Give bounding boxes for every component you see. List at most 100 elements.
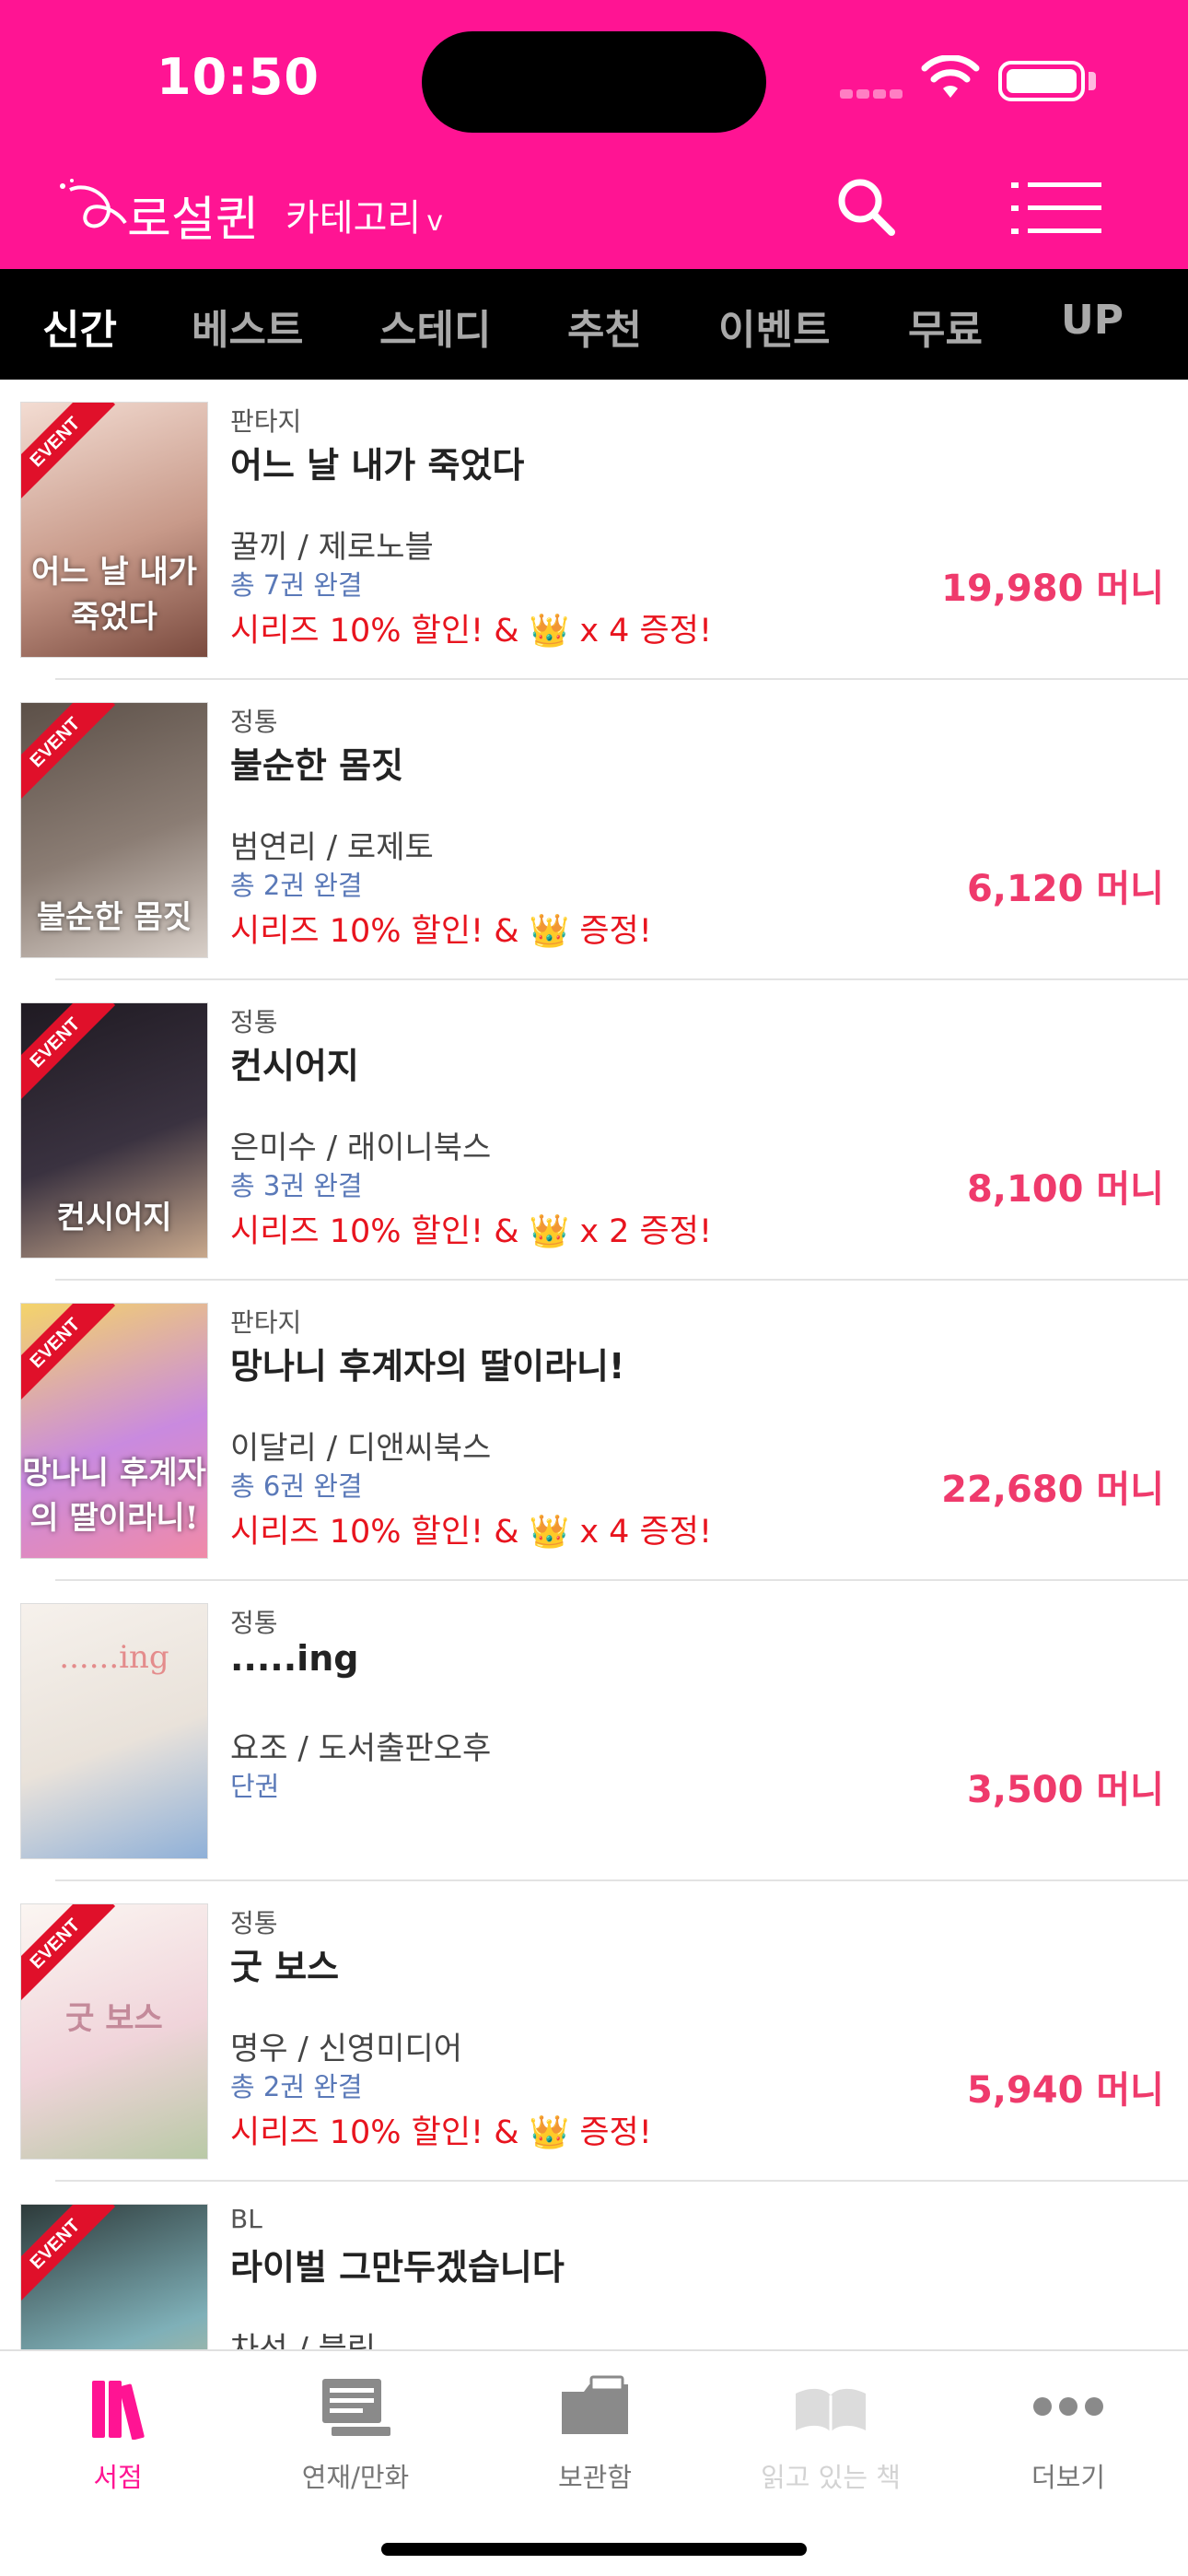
tab-free[interactable]: 무료 <box>908 297 983 356</box>
book-promo: 시리즈 10% 할인! & 👑 x 4 증정! <box>230 613 712 650</box>
book-title[interactable]: 불순한 몸짓 <box>230 737 403 788</box>
book-genre: 정통 <box>230 707 278 737</box>
cover-title: 컨시어지 <box>56 1200 172 1236</box>
book-cover[interactable]: EVENT 망나니 후계자의 딸이라니! <box>20 1303 208 1559</box>
event-badge: EVENT <box>21 1003 116 1104</box>
event-badge: EVENT <box>21 2205 116 2305</box>
book-cover[interactable]: EVENT 굿 보스 <box>20 1903 208 2160</box>
book-price: 6,120 머니 <box>966 868 1164 910</box>
cover-title: 불순한 몸짓 <box>36 899 192 936</box>
book-title[interactable]: 컨시어지 <box>230 1037 359 1088</box>
book-promo: 시리즈 10% 할인! & 👑 x 4 증정! <box>230 1514 712 1551</box>
tabbar-more[interactable]: 더보기 <box>976 2375 1160 2495</box>
tab-recommend[interactable]: 추천 <box>567 297 642 356</box>
cover-title: ......ing <box>59 1639 169 1676</box>
search-icon[interactable] <box>834 175 897 238</box>
folder-icon <box>562 2375 628 2434</box>
book-volumes: 단권 <box>230 1771 280 1802</box>
tab-event[interactable]: 이벤트 <box>718 297 830 356</box>
book-promo: 시리즈 10% 할인! & 👑 증정! <box>230 2114 652 2151</box>
book-promo: 시리즈 10% 할인! & 👑 x 2 증정! <box>230 1213 712 1250</box>
book-author: 은미수 / 래이니북스 <box>230 1130 492 1166</box>
tabbar-label: 읽고 있는 책 <box>761 2462 901 2493</box>
battery-icon <box>998 61 1085 101</box>
tabbar-storage[interactable]: 보관함 <box>503 2375 687 2495</box>
bookstore-icon <box>92 2381 145 2440</box>
book-title[interactable]: 굿 보스 <box>230 1938 339 1989</box>
category-dropdown[interactable]: 카테고리 v <box>285 188 443 241</box>
home-indicator[interactable] <box>381 2543 807 2556</box>
book-author: 범연리 / 로제토 <box>230 829 434 866</box>
book-cover[interactable]: ......ing <box>20 1603 208 1859</box>
book-volumes: 총 6권 완결 <box>230 1470 363 1502</box>
serial-icon <box>322 2379 390 2436</box>
list-item[interactable]: EVENT 컨시어지 정통 컨시어지 은미수 / 래이니북스 총 3권 완결 시… <box>0 980 1188 1281</box>
list-item[interactable]: EVENT BL 라이벌 그만두겠습니다 차선 / 블릿 <box>0 2182 1188 2349</box>
dynamic-island <box>422 31 766 133</box>
book-promo: 시리즈 10% 할인! & 👑 증정! <box>230 913 652 950</box>
book-list[interactable]: EVENT 어느 날 내가 죽었다 판타지 어느 날 내가 죽었다 꿀끼 / 제… <box>0 380 1188 2349</box>
tabbar-label: 서점 <box>93 2462 143 2493</box>
category-label: 카테고리 <box>285 197 422 240</box>
cover-title: 망나니 후계자의 딸이라니! <box>22 1455 206 1537</box>
wifi-icon <box>921 55 980 98</box>
book-genre: 정통 <box>230 1908 278 1938</box>
cover-title: 어느 날 내가 죽었다 <box>30 554 198 636</box>
book-volumes: 총 2권 완결 <box>230 2071 363 2102</box>
event-badge: EVENT <box>21 403 116 503</box>
more-icon <box>1033 2397 1103 2416</box>
book-author: 명우 / 신영미디어 <box>230 2031 463 2067</box>
menu-icon[interactable] <box>1011 181 1101 236</box>
book-title[interactable]: 라이벌 그만두겠습니다 <box>230 2239 565 2289</box>
book-cover[interactable]: EVENT <box>20 2204 208 2349</box>
book-cover[interactable]: EVENT 어느 날 내가 죽었다 <box>20 402 208 658</box>
book-price: 5,940 머니 <box>966 2069 1164 2112</box>
book-author: 요조 / 도서출판오후 <box>230 1730 492 1767</box>
tabbar-serial[interactable]: 연재/만화 <box>263 2375 448 2495</box>
list-item[interactable]: EVENT 불순한 몸짓 정통 불순한 몸짓 범연리 / 로제토 총 2권 완결… <box>0 680 1188 980</box>
logo-text[interactable]: 로설퀸 <box>127 181 260 250</box>
chevron-down-icon: v <box>426 205 443 238</box>
book-title[interactable]: 망나니 후계자의 딸이라니! <box>230 1338 624 1388</box>
book-volumes: 총 7권 완결 <box>230 569 363 601</box>
cover-title: 굿 보스 <box>65 2000 163 2037</box>
category-tabs: 신간 베스트 스테디 추천 이벤트 무료 UP <box>0 269 1188 380</box>
tabbar-bookstore[interactable]: 서점 <box>26 2375 210 2495</box>
book-genre: BL <box>230 2204 262 2234</box>
tabbar-label: 보관함 <box>557 2462 633 2493</box>
list-item[interactable]: EVENT 어느 날 내가 죽었다 판타지 어느 날 내가 죽었다 꿀끼 / 제… <box>0 380 1188 680</box>
tab-steady[interactable]: 스테디 <box>379 297 491 356</box>
book-genre: 판타지 <box>230 1307 302 1338</box>
tabbar-label: 연재/만화 <box>301 2462 410 2493</box>
book-volumes: 총 3권 완결 <box>230 1170 363 1201</box>
book-genre: 판타지 <box>230 406 302 437</box>
book-genre: 정통 <box>230 1608 278 1638</box>
book-cover[interactable]: EVENT 불순한 몸짓 <box>20 702 208 958</box>
book-price: 22,680 머니 <box>941 1469 1164 1511</box>
book-cover[interactable]: EVENT 컨시어지 <box>20 1002 208 1259</box>
tab-up[interactable]: UP <box>1061 297 1124 344</box>
event-badge: EVENT <box>21 1304 116 1404</box>
book-author: 꿀끼 / 제로노블 <box>230 529 434 566</box>
tabbar-label: 더보기 <box>1031 2462 1106 2493</box>
cellular-signal-icon <box>840 85 906 102</box>
event-badge: EVENT <box>21 703 116 803</box>
open-book-icon <box>796 2388 866 2432</box>
book-title[interactable]: .....ing <box>230 1638 358 1679</box>
book-title[interactable]: 어느 날 내가 죽었다 <box>230 437 524 487</box>
status-time: 10:50 <box>157 48 320 106</box>
app-header: 10:50 로설퀸 카테고리 v <box>0 0 1188 269</box>
list-item[interactable]: EVENT 망나니 후계자의 딸이라니! 판타지 망나니 후계자의 딸이라니! … <box>0 1281 1188 1581</box>
tabbar-reading[interactable]: 읽고 있는 책 <box>739 2375 923 2495</box>
book-author: 이달리 / 디앤씨북스 <box>230 1430 492 1467</box>
event-badge: EVENT <box>21 1904 116 2005</box>
book-price: 3,500 머니 <box>966 1769 1164 1811</box>
book-price: 8,100 머니 <box>966 1168 1164 1211</box>
tab-new[interactable]: 신간 <box>42 297 117 356</box>
tab-best[interactable]: 베스트 <box>192 297 303 356</box>
list-item[interactable]: ......ing 정통 .....ing 요조 / 도서출판오후 단권 3,5… <box>0 1581 1188 1881</box>
book-genre: 정통 <box>230 1007 278 1037</box>
list-item[interactable]: EVENT 굿 보스 정통 굿 보스 명우 / 신영미디어 총 2권 완결 시리… <box>0 1881 1188 2182</box>
book-author: 차선 / 블릿 <box>230 2331 377 2349</box>
book-volumes: 총 2권 완결 <box>230 870 363 901</box>
